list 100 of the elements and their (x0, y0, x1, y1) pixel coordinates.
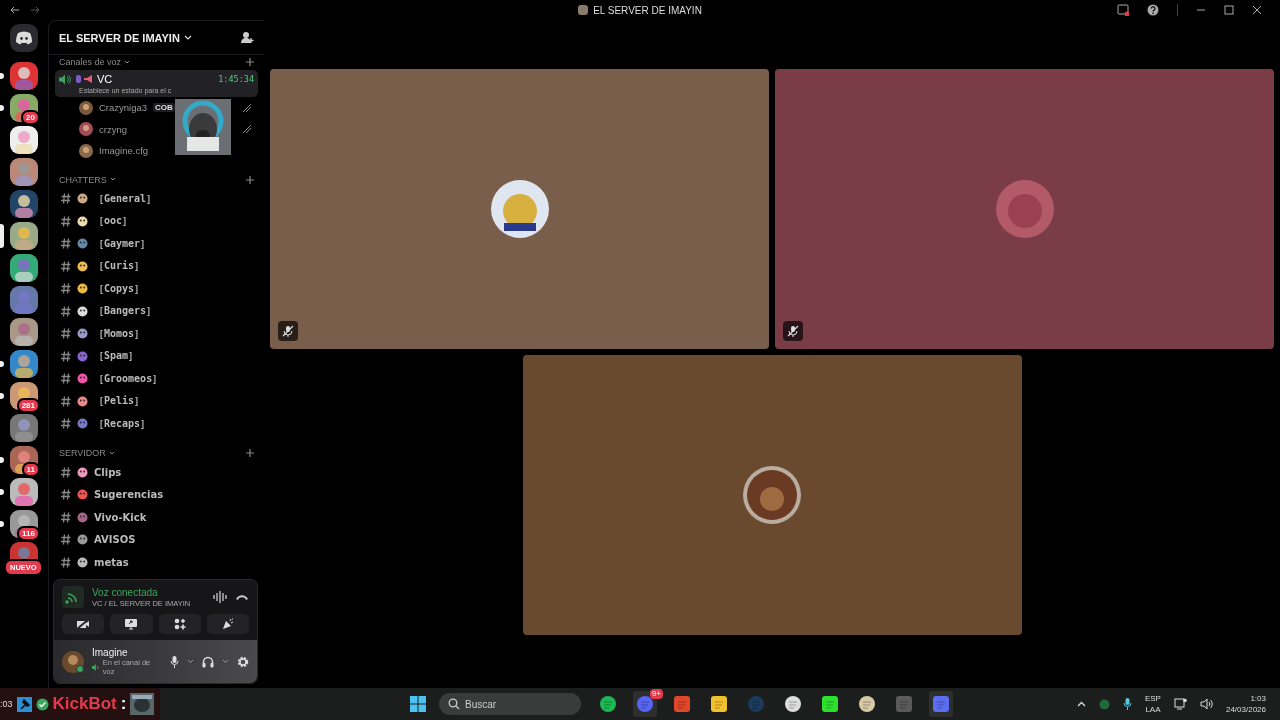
channel-name: ［Curis］ (94, 259, 145, 274)
activities-button[interactable] (158, 614, 201, 634)
windows-start-icon[interactable] (410, 696, 426, 712)
text-channel[interactable]: Vivo-Kick (55, 506, 258, 529)
text-channel[interactable]: ［General］ (55, 187, 258, 210)
add-channel-icon[interactable] (246, 175, 254, 184)
server-name[interactable]: EL SERVER DE IMAYIN (59, 31, 180, 44)
muted-icon (242, 102, 252, 113)
soundboard-button[interactable] (206, 614, 249, 634)
keyboard-layout[interactable]: LAA (1145, 704, 1161, 715)
shapes-icon (173, 618, 186, 630)
hash-icon (61, 489, 71, 501)
member-name[interactable]: crzyng (99, 123, 127, 135)
text-channel[interactable]: ［Pelis］ (55, 390, 258, 413)
home-button[interactable] (10, 24, 38, 52)
text-channel[interactable]: Clips (55, 461, 258, 484)
chevron-down-icon (108, 450, 115, 456)
emoji-icon (75, 74, 93, 84)
network-icon[interactable] (1173, 698, 1187, 710)
channel-name: VC (97, 73, 113, 85)
voice-member[interactable]: Imagine.cfg (55, 140, 258, 162)
video-tile[interactable] (775, 69, 1274, 349)
channel-name: ［Copys］ (94, 281, 145, 296)
server-indicator (0, 224, 4, 248)
channel-name: Clips (94, 466, 122, 478)
hash-icon (61, 534, 71, 546)
channel-name: Sugerencias (94, 489, 164, 501)
language-indicator[interactable]: ESP (1144, 693, 1161, 704)
text-channel[interactable]: ［Momos］ (55, 322, 258, 345)
category-header[interactable]: Canales de voz (59, 57, 122, 67)
emoji-icon (77, 238, 88, 250)
server-item[interactable]: 281 (0, 382, 48, 410)
headphones-icon[interactable] (202, 655, 214, 668)
text-channel[interactable]: ［Recaps］ (55, 412, 258, 435)
server-icon (578, 5, 589, 15)
category-header[interactable]: CHATTERS (59, 174, 107, 185)
guild-tag: COB (153, 103, 175, 113)
add-channel-icon[interactable] (246, 58, 254, 66)
speaker-icon (59, 73, 71, 85)
text-channel[interactable]: ［Bangers］ (55, 300, 258, 323)
app-icon[interactable] (600, 696, 616, 712)
microphone-icon[interactable] (1122, 698, 1132, 710)
maximize-icon[interactable] (1224, 5, 1234, 15)
clock-date[interactable]: 24/03/2026 (1225, 704, 1266, 715)
inbox-icon[interactable] (1117, 4, 1129, 16)
server-item[interactable]: 20 (0, 94, 48, 122)
back-icon[interactable] (10, 6, 20, 14)
close-icon[interactable] (1252, 5, 1262, 15)
chevron-down-icon[interactable] (187, 659, 194, 664)
text-channel[interactable]: Sugerencias (55, 483, 258, 506)
emoji-icon (77, 466, 88, 478)
hash-icon (61, 373, 71, 385)
tray-app-icon[interactable] (1098, 698, 1110, 710)
text-channel[interactable]: ［ooc］ (55, 210, 258, 233)
channel-name: ［Recaps］ (94, 416, 151, 431)
chevron-up-icon[interactable] (1076, 701, 1086, 707)
text-channel[interactable]: ［Gaymer］ (55, 232, 258, 255)
app-icon[interactable] (859, 696, 875, 712)
search-field[interactable]: Buscar (439, 693, 581, 715)
help-icon[interactable] (1147, 4, 1159, 16)
emoji-icon (77, 260, 88, 272)
video-tile[interactable] (270, 69, 769, 349)
volume-icon[interactable] (1199, 698, 1213, 710)
channel-name: ［Spam］ (94, 349, 139, 364)
text-channel[interactable]: ［Copys］ (55, 277, 258, 300)
microphone-icon[interactable] (170, 655, 179, 668)
notification-badge: 281 (16, 398, 40, 413)
category-header[interactable]: SERVIDOR (59, 448, 106, 458)
forward-icon[interactable] (30, 6, 40, 14)
screen-share-button[interactable] (110, 614, 153, 634)
channel-name: ［General］ (94, 191, 157, 206)
member-name[interactable]: Crazyniga3 (99, 102, 148, 114)
settings-icon[interactable] (237, 655, 249, 668)
add-member-icon[interactable] (241, 31, 254, 44)
disconnect-icon[interactable] (235, 593, 249, 601)
channel-name: ［ooc］ (94, 214, 133, 229)
bot-name: KickBot (52, 694, 117, 714)
chevron-down-icon (124, 59, 131, 65)
text-channel[interactable]: ［Curis］ (55, 255, 258, 278)
username[interactable]: Imagine (92, 647, 162, 658)
camera-off-button[interactable] (62, 614, 105, 634)
text-channel[interactable]: AVISOS (55, 528, 258, 551)
muted-icon (783, 321, 803, 341)
server-item[interactable]: 11 (0, 446, 48, 474)
app-icon[interactable] (785, 696, 801, 712)
server-item[interactable]: 116 (0, 510, 48, 538)
text-channel[interactable]: metas (55, 551, 258, 574)
screen-share-icon (124, 618, 139, 630)
hash-icon (61, 260, 71, 272)
emoji-icon (77, 556, 88, 568)
add-channel-icon[interactable] (246, 449, 254, 457)
timestamp: :03 (0, 699, 13, 709)
text-channel[interactable]: ［Spam］ (55, 345, 258, 368)
sound-wave-icon[interactable] (213, 591, 227, 603)
video-tile[interactable] (522, 355, 1022, 635)
emoji-icon (77, 215, 88, 227)
text-channel[interactable]: ［Groomeos］ (55, 367, 258, 390)
chevron-down-icon[interactable] (222, 659, 229, 664)
member-name[interactable]: Imagine.cfg (99, 145, 149, 157)
clock-time[interactable]: 1:03 (1250, 693, 1266, 704)
